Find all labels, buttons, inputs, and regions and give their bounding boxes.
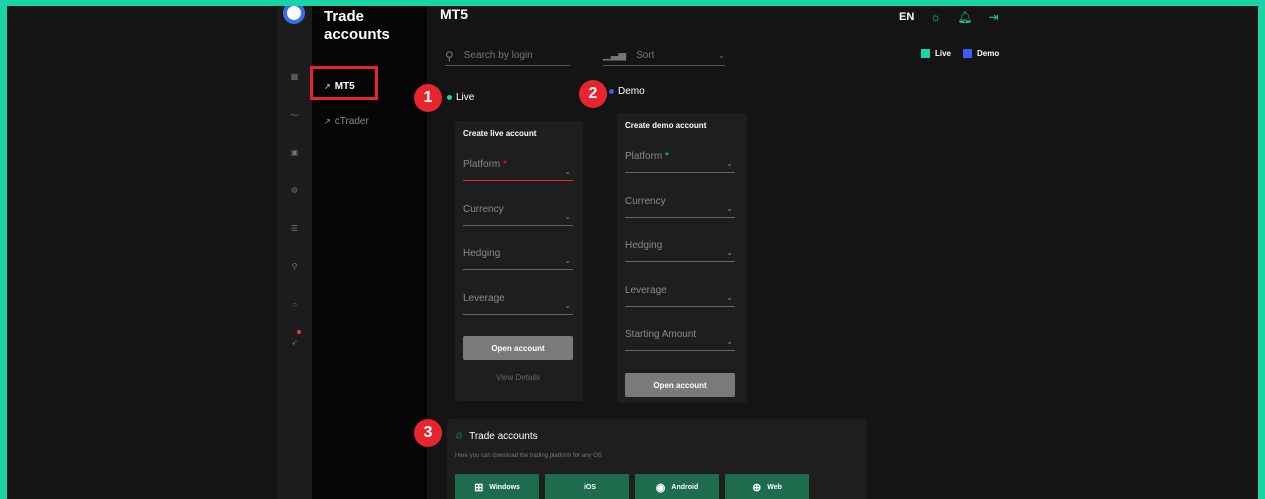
download-web-button[interactable]: ⊕ Web [725, 474, 809, 499]
hedging-select[interactable]: Hedging ⌄ [463, 242, 573, 270]
search-icon: ⚲ [445, 48, 454, 63]
notification-dot [297, 330, 301, 334]
card-title: Create demo account [625, 121, 707, 130]
sort-dropdown[interactable]: ▁▃▅ Sort ⌄ [603, 46, 725, 66]
demo-account-card: Create demo account Platform * ⌄ Currenc… [617, 113, 747, 403]
annotation-badge-1: 1 [414, 84, 442, 112]
hedging-select[interactable]: Hedging ⌄ [625, 234, 735, 262]
rocket-icon[interactable]: ➶ [277, 338, 312, 347]
highlight-box-mt5 [310, 66, 378, 100]
view-details-link[interactable]: View Details [463, 373, 573, 382]
bars-icon: ▁▃▅ [603, 50, 627, 61]
section-demo: Demo [609, 86, 645, 97]
platform-select[interactable]: Platform * ⌄ [625, 145, 735, 173]
currency-select[interactable]: Currency ⌄ [463, 198, 573, 226]
main-content: MT5 EN ☼ 🔔︎ ⇥ ⚲ Search by login ▁▃▅ Sort… [414, 6, 1258, 499]
sun-icon[interactable]: ☼ [930, 10, 941, 24]
grid-icon[interactable]: ▦ [277, 72, 312, 81]
open-demo-account-button[interactable]: Open account [625, 373, 735, 397]
legend-live[interactable]: Live [921, 49, 951, 59]
cycle-icon[interactable]: ♲ [277, 186, 312, 195]
annotation-badge-2: 2 [579, 80, 607, 108]
nav-item-ctrader[interactable]: ↗ cTrader [324, 116, 369, 127]
search-input[interactable]: Search by login [464, 50, 533, 61]
chevron-down-icon: ⌄ [564, 256, 571, 265]
logout-icon[interactable]: ⇥ [989, 10, 999, 24]
globe-icon: ⊕ [752, 481, 762, 494]
windows-icon: ⊞ [474, 481, 484, 494]
download-android-button[interactable]: ◉ Android [635, 474, 719, 499]
chevron-down-icon: ⌄ [726, 337, 733, 346]
trade-accounts-subtitle: Here you can download the trading platfo… [455, 453, 602, 459]
user-icon[interactable]: ⚲ [277, 262, 312, 271]
platform-select[interactable]: Platform * ⌄ [463, 153, 573, 181]
chevron-down-icon: ⌄ [726, 204, 733, 213]
starting-amount-select[interactable]: Starting Amount ⌄ [625, 323, 735, 351]
chevron-down-icon: ⌄ [564, 167, 571, 176]
language-selector[interactable]: EN [899, 11, 914, 23]
search-field[interactable]: ⚲ Search by login [445, 46, 570, 66]
currency-select[interactable]: Currency ⌄ [625, 190, 735, 218]
list-icon[interactable]: ☰ [277, 224, 312, 233]
annotation-badge-3: 3 [414, 419, 442, 447]
os-download-row: ⊞ Windows iOS ◉ Android ⊕ Web [455, 474, 809, 499]
logo-icon[interactable] [283, 6, 305, 24]
leverage-select[interactable]: Leverage ⌄ [463, 287, 573, 315]
live-account-card: Create live account Platform * ⌄ Currenc… [455, 121, 583, 401]
chevron-down-icon: ⌄ [726, 293, 733, 302]
leverage-select[interactable]: Leverage ⌄ [625, 279, 735, 307]
cycle-icon: ♲ [455, 431, 464, 441]
card-title: Create live account [463, 129, 537, 138]
top-bar: EN ☼ 🔔︎ ⇥ [899, 10, 999, 24]
chevron-down-icon: ⌄ [564, 212, 571, 221]
legend-demo[interactable]: Demo [963, 49, 999, 59]
download-ios-button[interactable]: iOS [545, 474, 629, 499]
trade-accounts-title: ♲ Trade accounts [455, 431, 538, 442]
open-live-account-button[interactable]: Open account [463, 336, 573, 360]
chat-icon[interactable]: ○ [277, 300, 312, 309]
bell-icon[interactable]: 🔔︎ [957, 10, 972, 24]
app-frame: ▦ 〜 ▣ ♲ ☰ ⚲ ○ ➶ Trade accounts ↗ MT5 ↗ c… [7, 6, 1258, 499]
wallet-icon[interactable]: ▣ [277, 148, 312, 157]
nav-title: Trade accounts [324, 8, 390, 43]
chart-icon[interactable]: 〜 [277, 110, 312, 121]
link-icon: ↗ [324, 117, 331, 126]
icon-sidebar: ▦ 〜 ▣ ♲ ☰ ⚲ ○ ➶ [277, 6, 312, 499]
legend-filter: Live Demo [921, 49, 999, 59]
chevron-down-icon: ⌄ [564, 301, 571, 310]
download-windows-button[interactable]: ⊞ Windows [455, 474, 539, 499]
android-icon: ◉ [655, 481, 666, 494]
trade-accounts-card: ♲ Trade accounts Here you can download t… [447, 419, 867, 499]
chevron-down-icon: ⌄ [726, 159, 733, 168]
page-title: MT5 [440, 6, 468, 22]
chevron-down-icon: ⌄ [726, 248, 733, 257]
section-live: Live [447, 92, 474, 103]
chevron-down-icon: ⌄ [718, 51, 725, 60]
